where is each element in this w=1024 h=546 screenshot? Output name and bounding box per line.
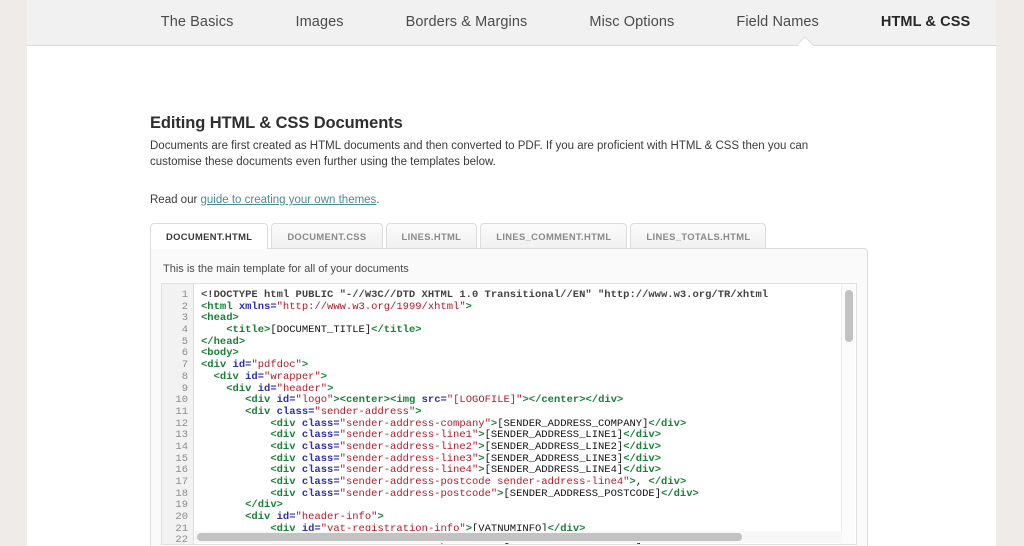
file-tab-document-css[interactable]: DOCUMENT.CSS: [271, 223, 382, 249]
page-shell: The Basics Images Borders & Margins Misc…: [27, 0, 996, 546]
page-content: Editing HTML & CSS Documents Documents a…: [27, 46, 996, 546]
content-column: Editing HTML & CSS Documents Documents a…: [150, 114, 910, 546]
top-tabbar: The Basics Images Borders & Margins Misc…: [27, 0, 996, 46]
tab-images[interactable]: Images: [264, 0, 374, 45]
active-tab-pointer-icon: [798, 36, 816, 46]
file-tab-lines-comment-html[interactable]: LINES_COMMENT.HTML: [480, 223, 627, 249]
code-horizontal-scrollbar[interactable]: [195, 531, 842, 543]
tab-misc-options[interactable]: Misc Options: [558, 0, 705, 45]
code-vertical-scrollbar-thumb[interactable]: [845, 290, 853, 342]
guide-suffix: .: [376, 194, 379, 206]
line-number: 1: [162, 290, 188, 302]
code-text-area[interactable]: <!DOCTYPE html PUBLIC "-//W3C//DTD XHTML…: [194, 284, 856, 544]
code-editor-body: 1 2 3 4 5 6 7 8 9 10 11: [162, 284, 856, 544]
tab-the-basics[interactable]: The Basics: [130, 0, 265, 45]
line-number-gutter: 1 2 3 4 5 6 7 8 9 10 11: [162, 284, 194, 544]
page-intro-text: Documents are first created as HTML docu…: [150, 139, 858, 170]
tab-borders-margins[interactable]: Borders & Margins: [375, 0, 559, 45]
line-number: 20: [162, 512, 188, 524]
file-tabs: DOCUMENT.HTML DOCUMENT.CSS LINES.HTML LI…: [150, 223, 910, 249]
file-tab-lines-html[interactable]: LINES.HTML: [386, 223, 478, 249]
line-number: 14: [162, 442, 188, 454]
line-number: 17: [162, 477, 188, 489]
code-editor[interactable]: 1 2 3 4 5 6 7 8 9 10 11: [161, 283, 857, 545]
editor-description: This is the main template for all of you…: [163, 263, 857, 275]
screenshot-root: The Basics Images Borders & Margins Misc…: [0, 0, 1024, 546]
themes-guide-link[interactable]: guide to creating your own themes: [201, 194, 377, 206]
editor-panel: This is the main template for all of you…: [150, 248, 868, 546]
line-number: 22: [162, 535, 188, 545]
line-number: 4: [162, 325, 188, 337]
top-tabbar-items: The Basics Images Borders & Margins Misc…: [27, 0, 996, 45]
guide-line: Read our guide to creating your own them…: [150, 194, 910, 206]
line-number: 11: [162, 407, 188, 419]
code-vertical-scrollbar[interactable]: [841, 285, 855, 544]
file-tab-lines-totals-html[interactable]: LINES_TOTALS.HTML: [630, 223, 766, 249]
guide-prefix: Read our: [150, 194, 201, 206]
tab-field-names[interactable]: Field Names: [705, 0, 850, 45]
line-number: 8: [162, 372, 188, 384]
code-horizontal-scrollbar-thumb[interactable]: [197, 533, 742, 541]
tab-html-css[interactable]: HTML & CSS: [850, 0, 996, 45]
file-tab-document-html[interactable]: DOCUMENT.HTML: [150, 223, 268, 249]
page-title: Editing HTML & CSS Documents: [150, 114, 910, 133]
